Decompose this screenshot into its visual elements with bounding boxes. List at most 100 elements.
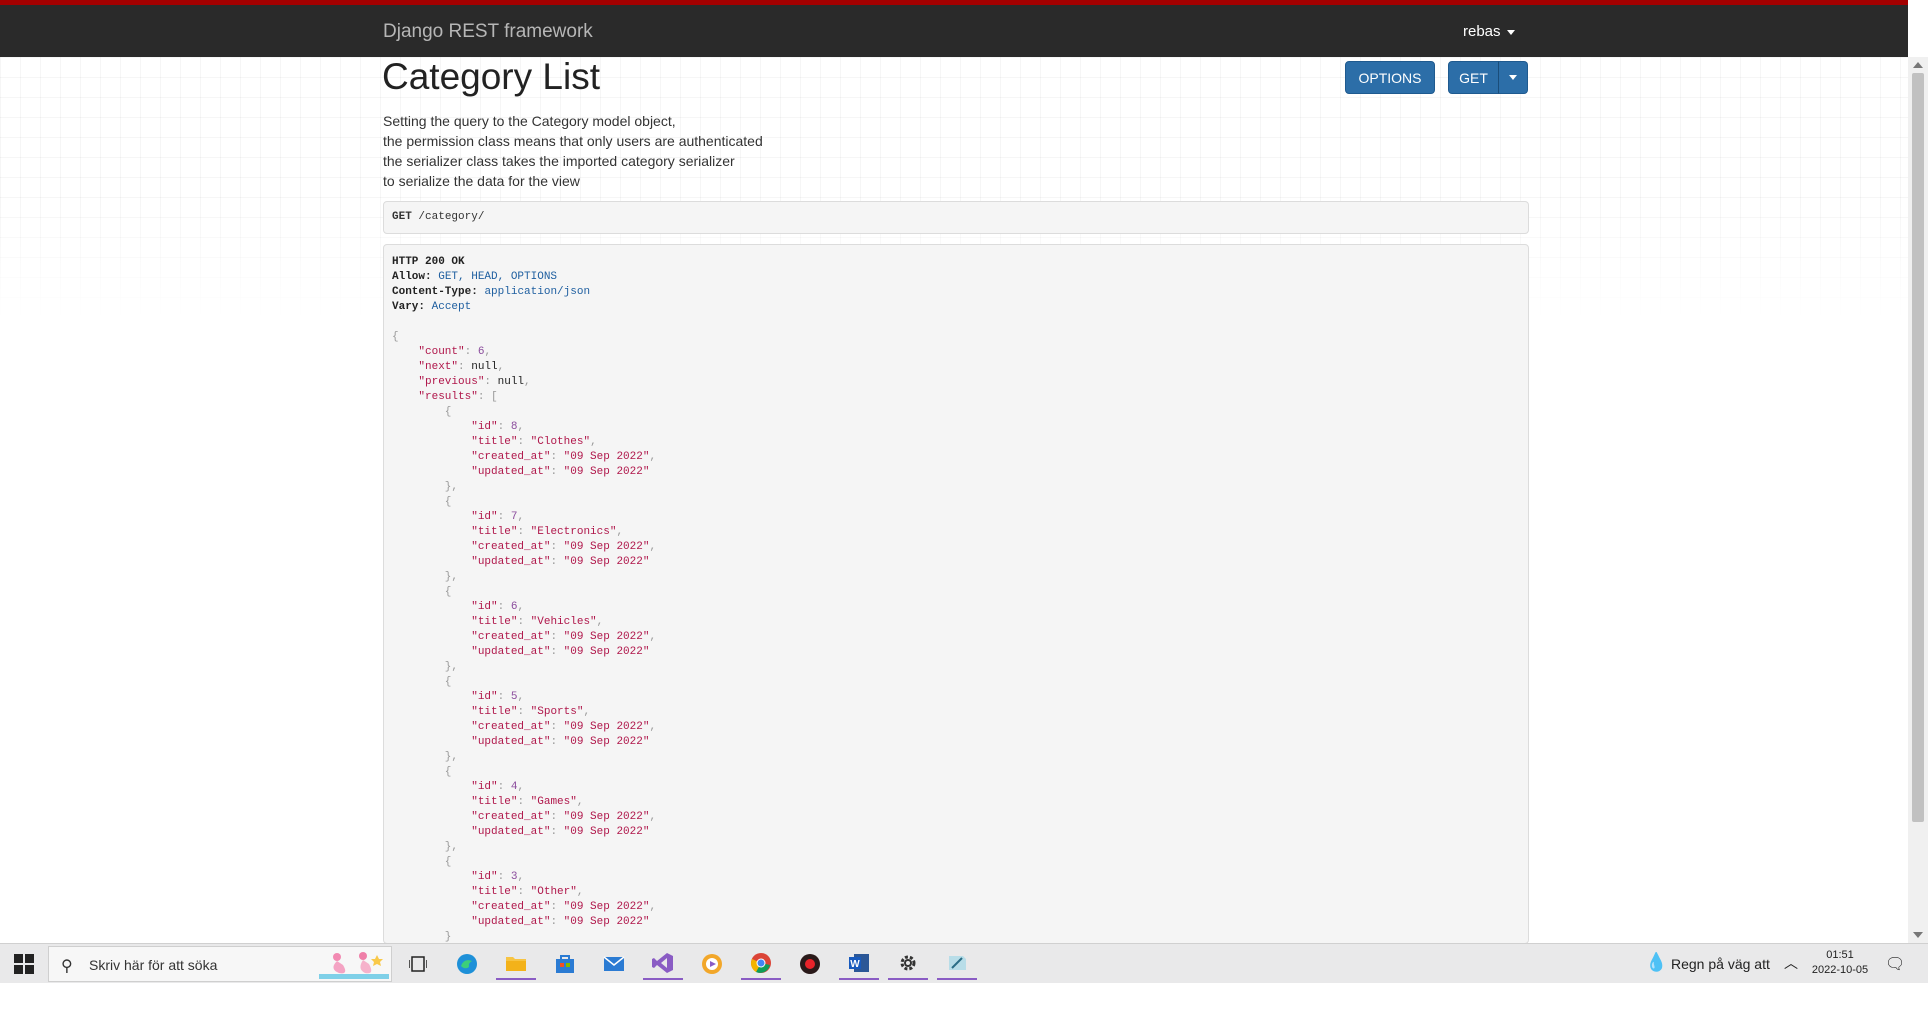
settings-icon[interactable] [888,948,928,980]
json-brace: { [392,331,399,343]
json-object-close: }, [392,481,459,493]
task-view-icon[interactable] [398,948,438,980]
mail-icon[interactable] [594,948,634,980]
chevron-down-icon [1509,75,1517,80]
json-line-results: "results": [ [418,391,498,403]
request-path: /category/ [418,211,485,223]
json-line-previous: "previous": null, [418,376,531,388]
weather-icon[interactable]: 💧 [1645,952,1667,973]
svg-text:W: W [850,959,860,970]
system-clock[interactable]: 01:51 2022-10-05 [1805,948,1875,978]
json-object-open: { [392,496,452,508]
edge-icon[interactable] [447,948,487,980]
json-line-updated: "updated_at": "09 Sep 2022" [471,916,650,928]
json-object-close: }, [392,751,459,763]
user-name: rebas [1463,23,1501,40]
header-key: Allow: [392,271,432,283]
json-previous-value: null [497,376,525,388]
description-line: Setting the query to the Category model … [383,113,676,129]
json-object-close: }, [392,841,459,853]
response-info: HTTP 200 OK Allow: GET, HEAD, OPTIONS Co… [383,244,1529,944]
json-line-id: "id": 6, [471,601,525,613]
page-title: Category List [382,56,600,97]
json-line-id: "id": 7, [471,511,525,523]
clock-date: 2022-10-05 [1811,964,1869,976]
json-line-title: "title": "Vehicles", [471,616,604,628]
header-value: Accept [431,301,472,313]
json-object-close: }, [392,661,459,673]
file-explorer-icon[interactable] [496,948,536,980]
json-object-open: { [392,856,452,868]
notepad-icon[interactable] [937,948,977,980]
options-button[interactable]: OPTIONS [1345,61,1435,94]
response-status: HTTP 200 OK [392,256,465,268]
windows-taskbar: ⚲ Skriv här för att söka W 💧 Regn på väg… [0,943,1928,983]
json-line-title: "title": "Games", [471,796,584,808]
json-line-created: "created_at": "09 Sep 2022", [471,541,657,553]
scroll-down-arrow-icon[interactable] [1913,932,1923,938]
json-object-open: { [392,406,452,418]
brand-link[interactable]: Django REST framework [383,21,593,43]
view-description: Setting the query to the Category model … [383,111,763,191]
blank-area [0,983,1928,1022]
show-hidden-icons-icon[interactable]: ︿ [1784,953,1798,973]
request-method: GET [392,211,412,223]
json-object-close: } [392,931,452,943]
json-line-id: "id": 4, [471,781,525,793]
chevron-down-icon [1506,29,1515,35]
json-line-id: "id": 8, [471,421,525,433]
json-line-created: "created_at": "09 Sep 2022", [471,631,657,643]
get-format-dropdown[interactable] [1498,61,1528,94]
header-key: Vary: [392,301,426,313]
response-header-content-type: Content-Type: application/json [392,285,1520,300]
json-line-created: "created_at": "09 Sep 2022", [471,721,657,733]
header-key: Content-Type: [392,286,478,298]
json-line-updated: "updated_at": "09 Sep 2022" [471,736,650,748]
json-line-title: "title": "Other", [471,886,584,898]
scrollbar-thumb[interactable] [1912,73,1924,822]
record-icon[interactable] [790,948,830,980]
json-line-created: "created_at": "09 Sep 2022", [471,811,657,823]
scroll-up-arrow-icon[interactable] [1913,62,1923,68]
windows-start-icon[interactable] [14,954,34,974]
visual-studio-icon[interactable] [643,948,683,980]
json-object-close: }, [392,571,459,583]
json-line-created: "created_at": "09 Sep 2022", [471,901,657,913]
json-line-updated: "updated_at": "09 Sep 2022" [471,646,650,658]
json-line-count: "count": 6, [418,346,492,358]
taskbar-search[interactable]: ⚲ Skriv här för att söka [48,946,392,982]
json-line-updated: "updated_at": "09 Sep 2022" [471,466,650,478]
request-info: GET /category/ [383,201,1529,234]
json-object-open: { [392,676,452,688]
weather-text[interactable]: Regn på väg att [1671,956,1770,972]
json-next-value: null [471,361,498,373]
json-line-updated: "updated_at": "09 Sep 2022" [471,826,650,838]
json-object-open: { [392,766,452,778]
json-line-id: "id": 5, [471,691,525,703]
chrome-icon[interactable] [741,948,781,980]
json-object-open: { [392,586,452,598]
top-navbar: Django REST framework rebas [0,0,1908,57]
description-line: to serialize the data for the view [383,173,580,189]
description-line: the serializer class takes the imported … [383,153,735,169]
notifications-icon[interactable]: 🗨 [1885,954,1905,974]
response-header-vary: Vary: Accept [392,300,1520,315]
json-line-title: "title": "Electronics", [471,526,624,538]
json-line-updated: "updated_at": "09 Sep 2022" [471,556,650,568]
app-icon[interactable] [692,948,732,980]
json-line-created: "created_at": "09 Sep 2022", [471,451,657,463]
user-menu[interactable]: rebas [1463,23,1515,40]
store-icon[interactable] [545,948,585,980]
get-button[interactable]: GET [1448,61,1499,94]
page-scrollbar[interactable] [1908,57,1928,943]
header-value: GET, HEAD, OPTIONS [438,271,558,283]
search-icon: ⚲ [61,958,73,975]
word-icon[interactable]: W [839,948,879,980]
response-header-allow: Allow: GET, HEAD, OPTIONS [392,270,1520,285]
header-value: application/json [484,286,591,298]
json-body: { "count": 6, "next": null, "previous": … [392,330,1520,943]
json-count-value: 6 [477,346,485,358]
search-placeholder: Skriv här för att söka [89,957,218,973]
json-line-id: "id": 3, [471,871,525,883]
json-line-title: "title": "Clothes", [471,436,597,448]
